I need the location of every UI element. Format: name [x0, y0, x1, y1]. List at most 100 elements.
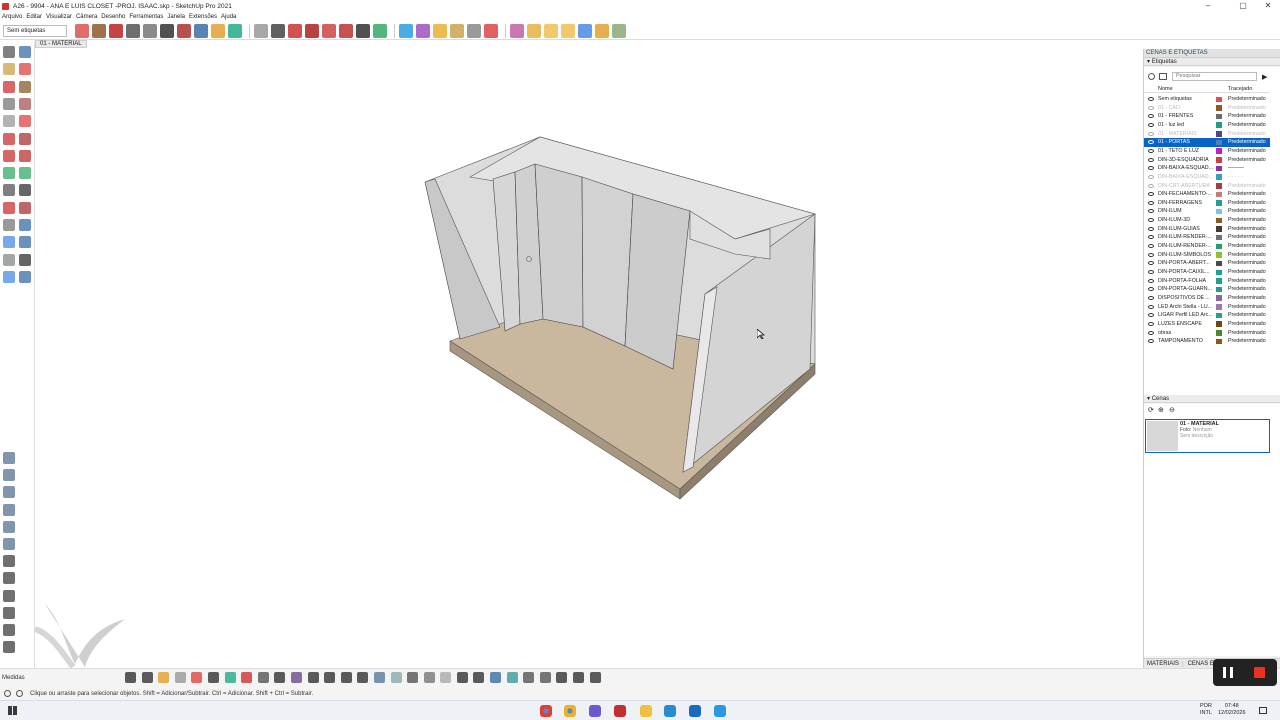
left-tool-icon[interactable]: [3, 555, 15, 568]
tag-row[interactable]: DIN-PORTA-ABERT... Predeterminado: [1144, 259, 1270, 268]
visibility-eye-icon[interactable]: [1148, 321, 1154, 326]
tag-color-swatch[interactable]: [1216, 157, 1222, 163]
tag-color-swatch[interactable]: [1216, 304, 1222, 310]
tag-row[interactable]: obras Predeterminado: [1144, 329, 1270, 338]
tag-row[interactable]: DISPOSITIVOS DE ... Predeterminado: [1144, 294, 1270, 303]
col-dash[interactable]: Tracejado: [1228, 85, 1252, 93]
tag-row[interactable]: DIN-ILUM-RENDER-... Predeterminado: [1144, 242, 1270, 251]
left-tool-icon[interactable]: [3, 469, 15, 482]
tag-dash[interactable]: Predeterminado: [1228, 294, 1270, 303]
sketchup-taskbar-icon[interactable]: [689, 705, 701, 717]
left-tool-icon[interactable]: [3, 503, 15, 516]
tag-row[interactable]: DIN-CRT-ABERTURA Predeterminado: [1144, 182, 1270, 191]
left-tool-icon[interactable]: [3, 219, 15, 231]
tag-row[interactable]: 01 - FRENTES Predeterminado: [1144, 112, 1270, 121]
toolbar-tool-icon[interactable]: [356, 23, 370, 38]
left-tool-icon[interactable]: [19, 46, 31, 58]
lang-indicator[interactable]: POR INTL: [1200, 703, 1212, 717]
tag-row[interactable]: DIN-BAIXA-ESQUAD... ———: [1144, 164, 1270, 173]
left-tool-icon[interactable]: [3, 46, 15, 58]
visibility-eye-icon[interactable]: [1148, 105, 1154, 110]
left-tool-icon[interactable]: [19, 63, 31, 76]
tag-color-swatch[interactable]: [1216, 148, 1222, 154]
tag-row[interactable]: DIN-ILUM Predeterminado: [1144, 207, 1270, 216]
visibility-eye-icon[interactable]: [1148, 252, 1154, 257]
bottom-tool-icon[interactable]: [307, 672, 319, 683]
minimize-button[interactable]: –: [1196, 0, 1220, 12]
bottom-tool-icon[interactable]: [324, 672, 336, 683]
toolbar-tool-icon[interactable]: [254, 23, 268, 38]
tag-row[interactable]: DIN-ILUM-RENDER-... Predeterminado: [1144, 233, 1270, 242]
app-icon-3[interactable]: [664, 705, 676, 717]
add-scene-icon[interactable]: ⊕: [1158, 406, 1164, 414]
toolbar-tool-icon[interactable]: [160, 23, 174, 38]
tag-row[interactable]: 01 - PORTAS Predeterminado: [1144, 138, 1270, 147]
tag-color-swatch[interactable]: [1216, 321, 1222, 327]
left-tool-icon[interactable]: [19, 115, 31, 128]
tag-color-swatch[interactable]: [1216, 338, 1222, 345]
left-tool-icon[interactable]: [19, 253, 31, 266]
left-tool-icon[interactable]: [19, 236, 31, 249]
folder-icon[interactable]: [640, 705, 652, 717]
tag-dash[interactable]: Predeterminado: [1228, 320, 1270, 329]
tag-dash[interactable]: Predeterminado: [1228, 242, 1270, 251]
toolbar-tool-icon[interactable]: [467, 23, 481, 38]
visibility-eye-icon[interactable]: [1148, 140, 1154, 145]
bottom-tool-icon[interactable]: [257, 672, 269, 683]
maximize-button[interactable]: ▢: [1231, 0, 1255, 12]
left-tool-icon[interactable]: [3, 589, 15, 602]
tag-color-swatch[interactable]: [1216, 122, 1222, 128]
tag-dash[interactable]: Predeterminado: [1228, 130, 1270, 139]
app-icon-1[interactable]: [589, 705, 601, 717]
visibility-eye-icon[interactable]: [1148, 278, 1154, 283]
tag-color-swatch[interactable]: [1216, 191, 1222, 198]
tag-dash[interactable]: Predeterminado: [1228, 277, 1270, 286]
left-tool-icon[interactable]: [3, 606, 15, 619]
tag-dash[interactable]: Predeterminado: [1228, 268, 1270, 277]
tag-dash[interactable]: Predeterminado: [1228, 225, 1270, 234]
tag-color-swatch[interactable]: [1216, 105, 1222, 111]
tag-row[interactable]: DIN-ILUM-3D Predeterminado: [1144, 216, 1270, 225]
menu-extensoes[interactable]: Extensões: [189, 14, 217, 20]
bottom-tool-icon[interactable]: [573, 672, 585, 683]
tag-row[interactable]: DIN-PORTA-GUARN... Predeterminado: [1144, 285, 1270, 294]
scene-card[interactable]: 01 - MATERIAL Foto: Nenhum Sem descrição: [1145, 419, 1270, 453]
visibility-eye-icon[interactable]: [1148, 166, 1154, 171]
tag-color-swatch[interactable]: [1216, 165, 1222, 172]
bottom-tool-icon[interactable]: [390, 672, 402, 683]
tag-color-swatch[interactable]: [1216, 312, 1222, 319]
visibility-eye-icon[interactable]: [1148, 131, 1154, 136]
tag-dash[interactable]: Predeterminado: [1228, 259, 1270, 268]
visibility-eye-icon[interactable]: [1148, 339, 1154, 344]
toolbar-tool-icon[interactable]: [561, 23, 575, 38]
visibility-eye-icon[interactable]: [1148, 261, 1154, 266]
bottom-tool-icon[interactable]: [473, 672, 485, 683]
bottom-tool-icon[interactable]: [490, 672, 502, 683]
tag-dash[interactable]: Predeterminado: [1228, 156, 1270, 165]
tag-color-swatch[interactable]: [1216, 139, 1222, 146]
tag-color-swatch[interactable]: [1216, 330, 1222, 336]
visibility-eye-icon[interactable]: [1148, 287, 1154, 292]
left-tool-icon[interactable]: [3, 80, 15, 93]
toolbar-tool-icon[interactable]: [228, 23, 242, 38]
toolbar-tool-icon[interactable]: [109, 23, 123, 38]
left-tool-icon[interactable]: [19, 184, 31, 197]
toolbar-tool-icon[interactable]: [305, 23, 319, 38]
visibility-eye-icon[interactable]: [1148, 174, 1154, 179]
visibility-eye-icon[interactable]: [1148, 209, 1154, 214]
toolbar-tool-icon[interactable]: [578, 23, 592, 38]
left-tool-icon[interactable]: [3, 132, 15, 145]
left-tool-icon[interactable]: [3, 641, 15, 654]
left-tool-icon[interactable]: [3, 97, 15, 110]
bottom-tool-icon[interactable]: [191, 672, 203, 683]
visibility-eye-icon[interactable]: [1148, 97, 1154, 101]
left-tool-icon[interactable]: [19, 149, 31, 162]
bottom-tool-icon[interactable]: [174, 672, 186, 683]
menu-editar[interactable]: Editar: [26, 14, 42, 20]
bottom-tool-icon[interactable]: [224, 672, 236, 683]
bottom-tool-icon[interactable]: [373, 672, 385, 683]
bottom-tool-icon[interactable]: [407, 672, 419, 683]
bottom-tool-icon[interactable]: [539, 672, 551, 683]
bottom-tool-icon[interactable]: [556, 672, 568, 683]
clock[interactable]: 07:48 12/02/2026: [1218, 703, 1246, 717]
